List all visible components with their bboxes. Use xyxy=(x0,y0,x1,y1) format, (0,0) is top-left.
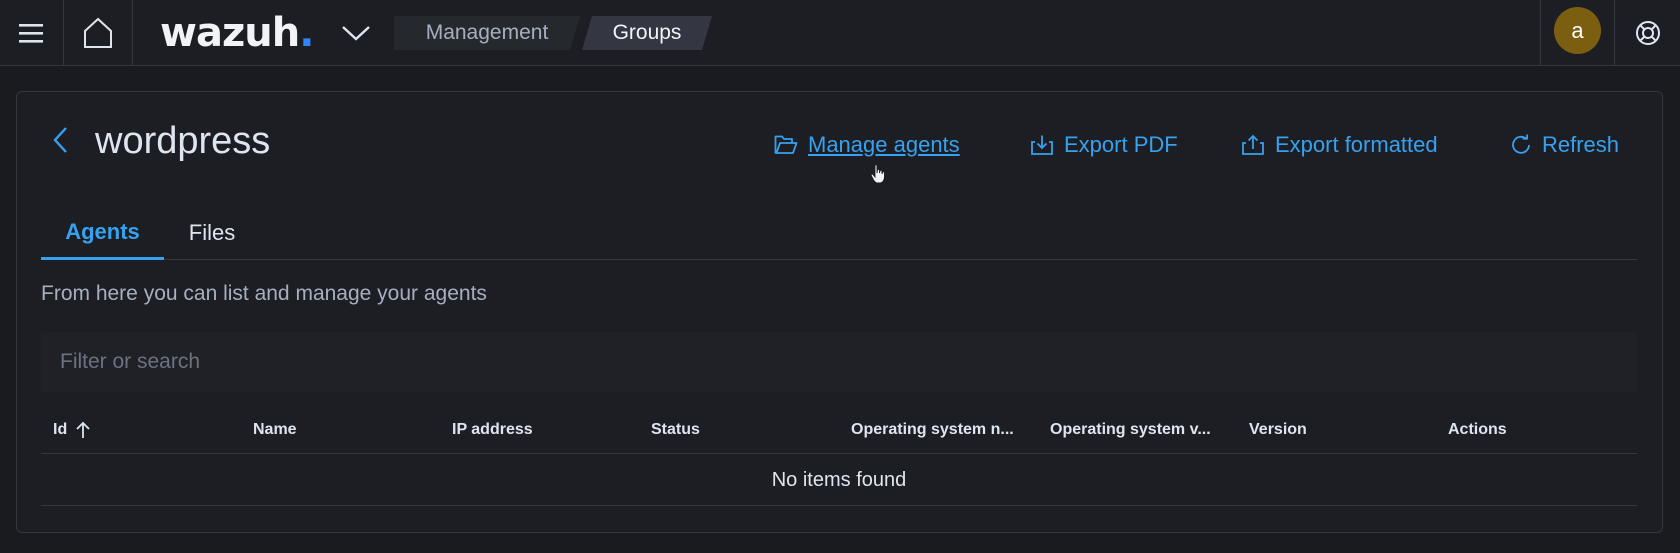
table-header: Id Name IP address Status Operating syst… xyxy=(41,410,1637,454)
download-icon xyxy=(1031,135,1053,155)
breadcrumb-groups: Groups xyxy=(582,16,712,50)
export-icon xyxy=(1242,134,1264,155)
tab-agents[interactable]: Agents xyxy=(41,206,164,260)
menu-button[interactable] xyxy=(0,0,62,66)
column-header-os-name[interactable]: Operating system n... xyxy=(851,410,1014,450)
hand-cursor-icon xyxy=(870,164,885,184)
wazuh-logo[interactable]: wazuh. xyxy=(160,0,320,66)
column-header-version[interactable]: Version xyxy=(1249,410,1307,450)
home-icon xyxy=(84,17,112,48)
column-header-actions: Actions xyxy=(1448,421,1507,438)
app-menu-toggle[interactable] xyxy=(336,0,376,66)
header-divider xyxy=(132,0,133,66)
chevron-left-icon xyxy=(53,127,67,153)
logo-text: wazuh. xyxy=(160,10,314,56)
column-header-id[interactable]: Id xyxy=(53,410,91,450)
help-icon xyxy=(1635,21,1660,45)
page-title: wordpress xyxy=(95,120,271,162)
manage-agents-label: Manage agents xyxy=(808,132,960,157)
menu-icon xyxy=(19,24,43,43)
refresh-button[interactable]: Refresh xyxy=(1510,130,1619,160)
export-pdf-button[interactable]: Export PDF xyxy=(1030,130,1178,160)
refresh-icon xyxy=(1512,134,1530,154)
column-header-ip-address[interactable]: IP address xyxy=(452,410,533,450)
search-input[interactable] xyxy=(41,332,1637,392)
chevron-down-icon xyxy=(342,26,370,41)
help-button[interactable] xyxy=(1615,0,1680,66)
table-empty-message: No items found xyxy=(41,455,1637,506)
refresh-label: Refresh xyxy=(1542,132,1620,157)
column-header-status[interactable]: Status xyxy=(651,410,700,450)
tab-files[interactable]: Files xyxy=(164,206,260,260)
manage-agents-button[interactable]: Manage agents xyxy=(774,130,960,160)
tab-bar: Agents Files xyxy=(41,206,1637,260)
export-formatted-label: Export formatted xyxy=(1275,132,1438,157)
export-formatted-button[interactable]: Export formatted xyxy=(1241,130,1438,160)
back-button[interactable] xyxy=(46,122,74,158)
breadcrumb-management[interactable]: Management xyxy=(394,16,580,50)
column-header-os-version[interactable]: Operating system v... xyxy=(1050,410,1211,450)
folder-open-icon xyxy=(774,135,798,154)
top-header: wazuh. Management Groups a xyxy=(0,0,1680,66)
agents-description: From here you can list and manage your a… xyxy=(41,282,487,305)
user-avatar[interactable]: a xyxy=(1554,7,1601,54)
export-pdf-label: Export PDF xyxy=(1064,132,1178,157)
sort-ascending-icon xyxy=(76,421,90,438)
home-button[interactable] xyxy=(64,0,132,66)
header-divider xyxy=(1540,0,1541,66)
column-header-name[interactable]: Name xyxy=(253,410,297,450)
